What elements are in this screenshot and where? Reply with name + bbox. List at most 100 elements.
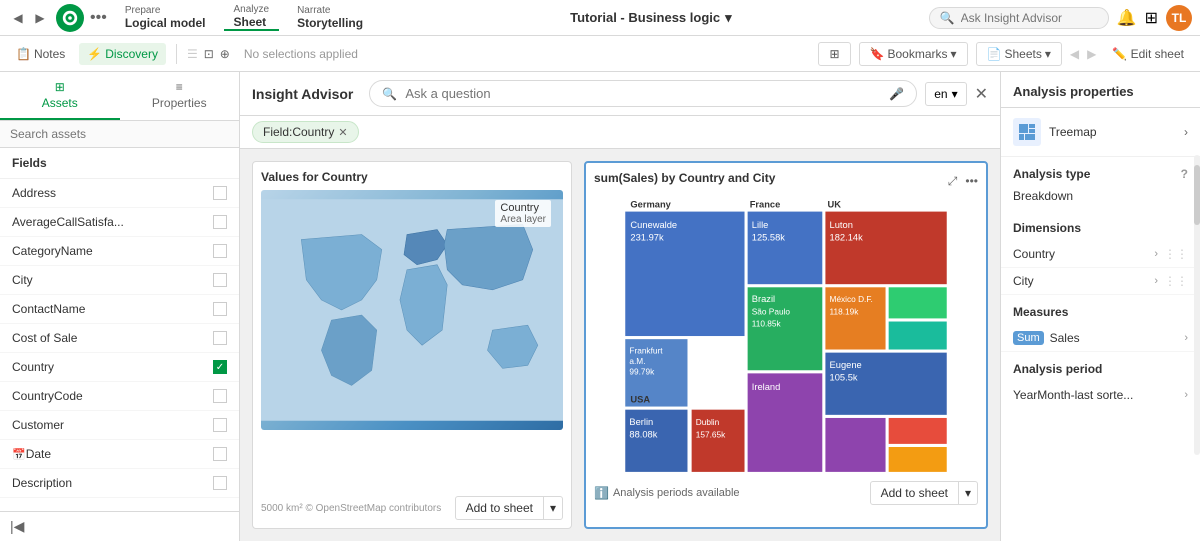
analysis-period-row[interactable]: YearMonth-last sorte... › [1001, 382, 1200, 408]
title-dropdown-icon[interactable]: ▾ [725, 10, 732, 26]
field-item[interactable]: Customer [0, 411, 239, 440]
field-item[interactable]: 📅Date [0, 440, 239, 469]
notes-icon: 📋 [16, 47, 31, 61]
nav-next-icon[interactable]: ▶ [1087, 47, 1096, 61]
treemap-add-to-sheet-arrow[interactable]: ▾ [958, 482, 977, 504]
menu-dots[interactable]: ••• [90, 9, 107, 27]
field-checkbox[interactable] [213, 244, 227, 258]
edit-sheet-button[interactable]: ✏️ Edit sheet [1104, 43, 1192, 65]
treemap-add-to-sheet[interactable]: Add to sheet ▾ [870, 481, 978, 505]
grid-view-button[interactable]: ⊞ [818, 42, 850, 66]
scrollbar-thumb[interactable] [1194, 165, 1200, 225]
prepare-label: Prepare [125, 5, 206, 16]
treemap-chart-title: sum(Sales) by Country and City [594, 171, 775, 185]
zoom-icon[interactable]: ⊕ [220, 47, 230, 61]
dimension-city-chevron[interactable]: › [1154, 275, 1158, 287]
field-checkbox[interactable] [213, 447, 227, 461]
treemap-svg: Germany France UK Cunewalde 231.97k Lill… [594, 195, 978, 475]
field-checkbox[interactable] [213, 215, 227, 229]
analysis-properties-title: Analysis properties [1001, 72, 1200, 108]
field-item[interactable]: Cost of Sale [0, 324, 239, 353]
svg-text:Berlin: Berlin [629, 417, 653, 427]
properties-tab[interactable]: ≡ Properties [120, 72, 240, 120]
insight-advisor-input[interactable] [961, 11, 1081, 25]
dimension-country-name: Country [1013, 247, 1148, 261]
field-item[interactable]: City [0, 266, 239, 295]
field-list: AddressAverageCallSatisfa...CategoryName… [0, 179, 239, 511]
measure-chevron[interactable]: › [1184, 332, 1188, 344]
map-add-to-sheet[interactable]: Add to sheet ▾ [455, 496, 563, 520]
dimension-city-drag[interactable]: ⋮⋮ [1164, 274, 1188, 288]
microphone-icon[interactable]: 🎤 [889, 87, 904, 101]
notes-button[interactable]: 📋 Notes [8, 43, 73, 65]
lasso-icon[interactable]: ⊡ [204, 47, 214, 61]
field-item[interactable]: AverageCallSatisfa... [0, 208, 239, 237]
language-select[interactable]: en ▾ [925, 82, 966, 106]
charts-area: Values for Country [240, 149, 1000, 541]
forward-button[interactable]: ▶ [30, 8, 50, 28]
map-attribution: 5000 km² © OpenStreetMap contributors [261, 503, 441, 514]
collapse-button[interactable]: |◀ [10, 518, 24, 535]
map-chart-footer: 5000 km² © OpenStreetMap contributors Ad… [261, 496, 563, 520]
field-checkbox[interactable] [213, 331, 227, 345]
svg-text:110.85k: 110.85k [752, 319, 782, 329]
analysis-type-help-icon[interactable]: ? [1181, 167, 1188, 181]
ia-search-input[interactable] [405, 86, 881, 101]
expand-icon[interactable]: ⤢ [948, 174, 958, 189]
field-checkbox[interactable] [213, 186, 227, 200]
more-options-icon[interactable]: ••• [965, 174, 978, 189]
chart-type-row[interactable]: Treemap › [1001, 108, 1200, 157]
analysis-period-value: YearMonth-last sorte... [1013, 388, 1178, 402]
discovery-button[interactable]: ⚡ Discovery [79, 43, 166, 65]
analysis-type-section: Analysis type ? [1001, 157, 1200, 187]
remove-filter-button[interactable]: ✕ [338, 126, 347, 139]
treemap-chart-footer: ℹ️ Analysis periods available Add to she… [594, 481, 978, 505]
field-item[interactable]: Address [0, 179, 239, 208]
field-item[interactable]: Country✓ [0, 353, 239, 382]
svg-text:México D.F.: México D.F. [830, 294, 873, 304]
treemap-visual: Germany France UK Cunewalde 231.97k Lill… [594, 195, 978, 475]
field-item[interactable]: CountryCode [0, 382, 239, 411]
app-title: Tutorial - Business logic ▾ [381, 10, 921, 26]
field-checkbox[interactable] [213, 389, 227, 403]
field-checkbox[interactable]: ✓ [213, 360, 227, 374]
grid-icon[interactable]: ⊞ [1145, 8, 1158, 28]
back-button[interactable]: ◀ [8, 8, 28, 28]
bell-icon[interactable]: 🔔 [1117, 8, 1137, 28]
analysis-period-chevron[interactable]: › [1184, 389, 1188, 401]
nav-arrows: ◀ ▶ [8, 8, 50, 28]
field-checkbox[interactable] [213, 476, 227, 490]
ia-search[interactable]: 🔍 🎤 [369, 80, 917, 107]
search-bar-top[interactable]: 🔍 [929, 7, 1109, 29]
nav-prev-icon[interactable]: ◀ [1070, 47, 1079, 61]
analyze-section[interactable]: Analyze Sheet [224, 4, 280, 31]
filter-tags: Field:Country ✕ [240, 116, 1000, 149]
svg-text:Luton: Luton [830, 220, 853, 230]
center-area: Insight Advisor 🔍 🎤 en ▾ ✕ Field:Country… [240, 72, 1000, 541]
field-item[interactable]: Description [0, 469, 239, 498]
dimension-country-row: Country › ⋮⋮ [1001, 241, 1200, 268]
dimension-country-chevron[interactable]: › [1154, 248, 1158, 260]
prepare-section[interactable]: Prepare Logical model [115, 5, 216, 30]
dimension-country-drag[interactable]: ⋮⋮ [1164, 247, 1188, 261]
narrate-section[interactable]: Narrate Storytelling [287, 5, 373, 30]
chart-type-chevron[interactable]: › [1184, 125, 1188, 139]
add-to-sheet-arrow[interactable]: ▾ [543, 497, 562, 519]
qlik-logo[interactable] [56, 4, 84, 32]
field-checkbox[interactable] [213, 273, 227, 287]
avatar[interactable]: TL [1166, 5, 1192, 31]
field-item[interactable]: CategoryName [0, 237, 239, 266]
lang-dropdown-icon: ▾ [952, 87, 958, 101]
search-assets-input[interactable] [0, 121, 239, 148]
field-item[interactable]: ContactName [0, 295, 239, 324]
close-ia-button[interactable]: ✕ [975, 84, 988, 104]
filter-tag-text: Field:Country [263, 125, 334, 139]
svg-text:105.5k: 105.5k [830, 373, 858, 383]
assets-tab[interactable]: ⊞ Assets [0, 72, 120, 120]
bookmarks-button[interactable]: 🔖 Bookmarks ▾ [859, 42, 968, 66]
ia-bar: Insight Advisor 🔍 🎤 en ▾ ✕ [240, 72, 1000, 116]
field-checkbox[interactable] [213, 302, 227, 316]
field-checkbox[interactable] [213, 418, 227, 432]
map-chart-title: Values for Country [261, 170, 563, 184]
sheets-button[interactable]: 📄 Sheets ▾ [976, 42, 1062, 66]
